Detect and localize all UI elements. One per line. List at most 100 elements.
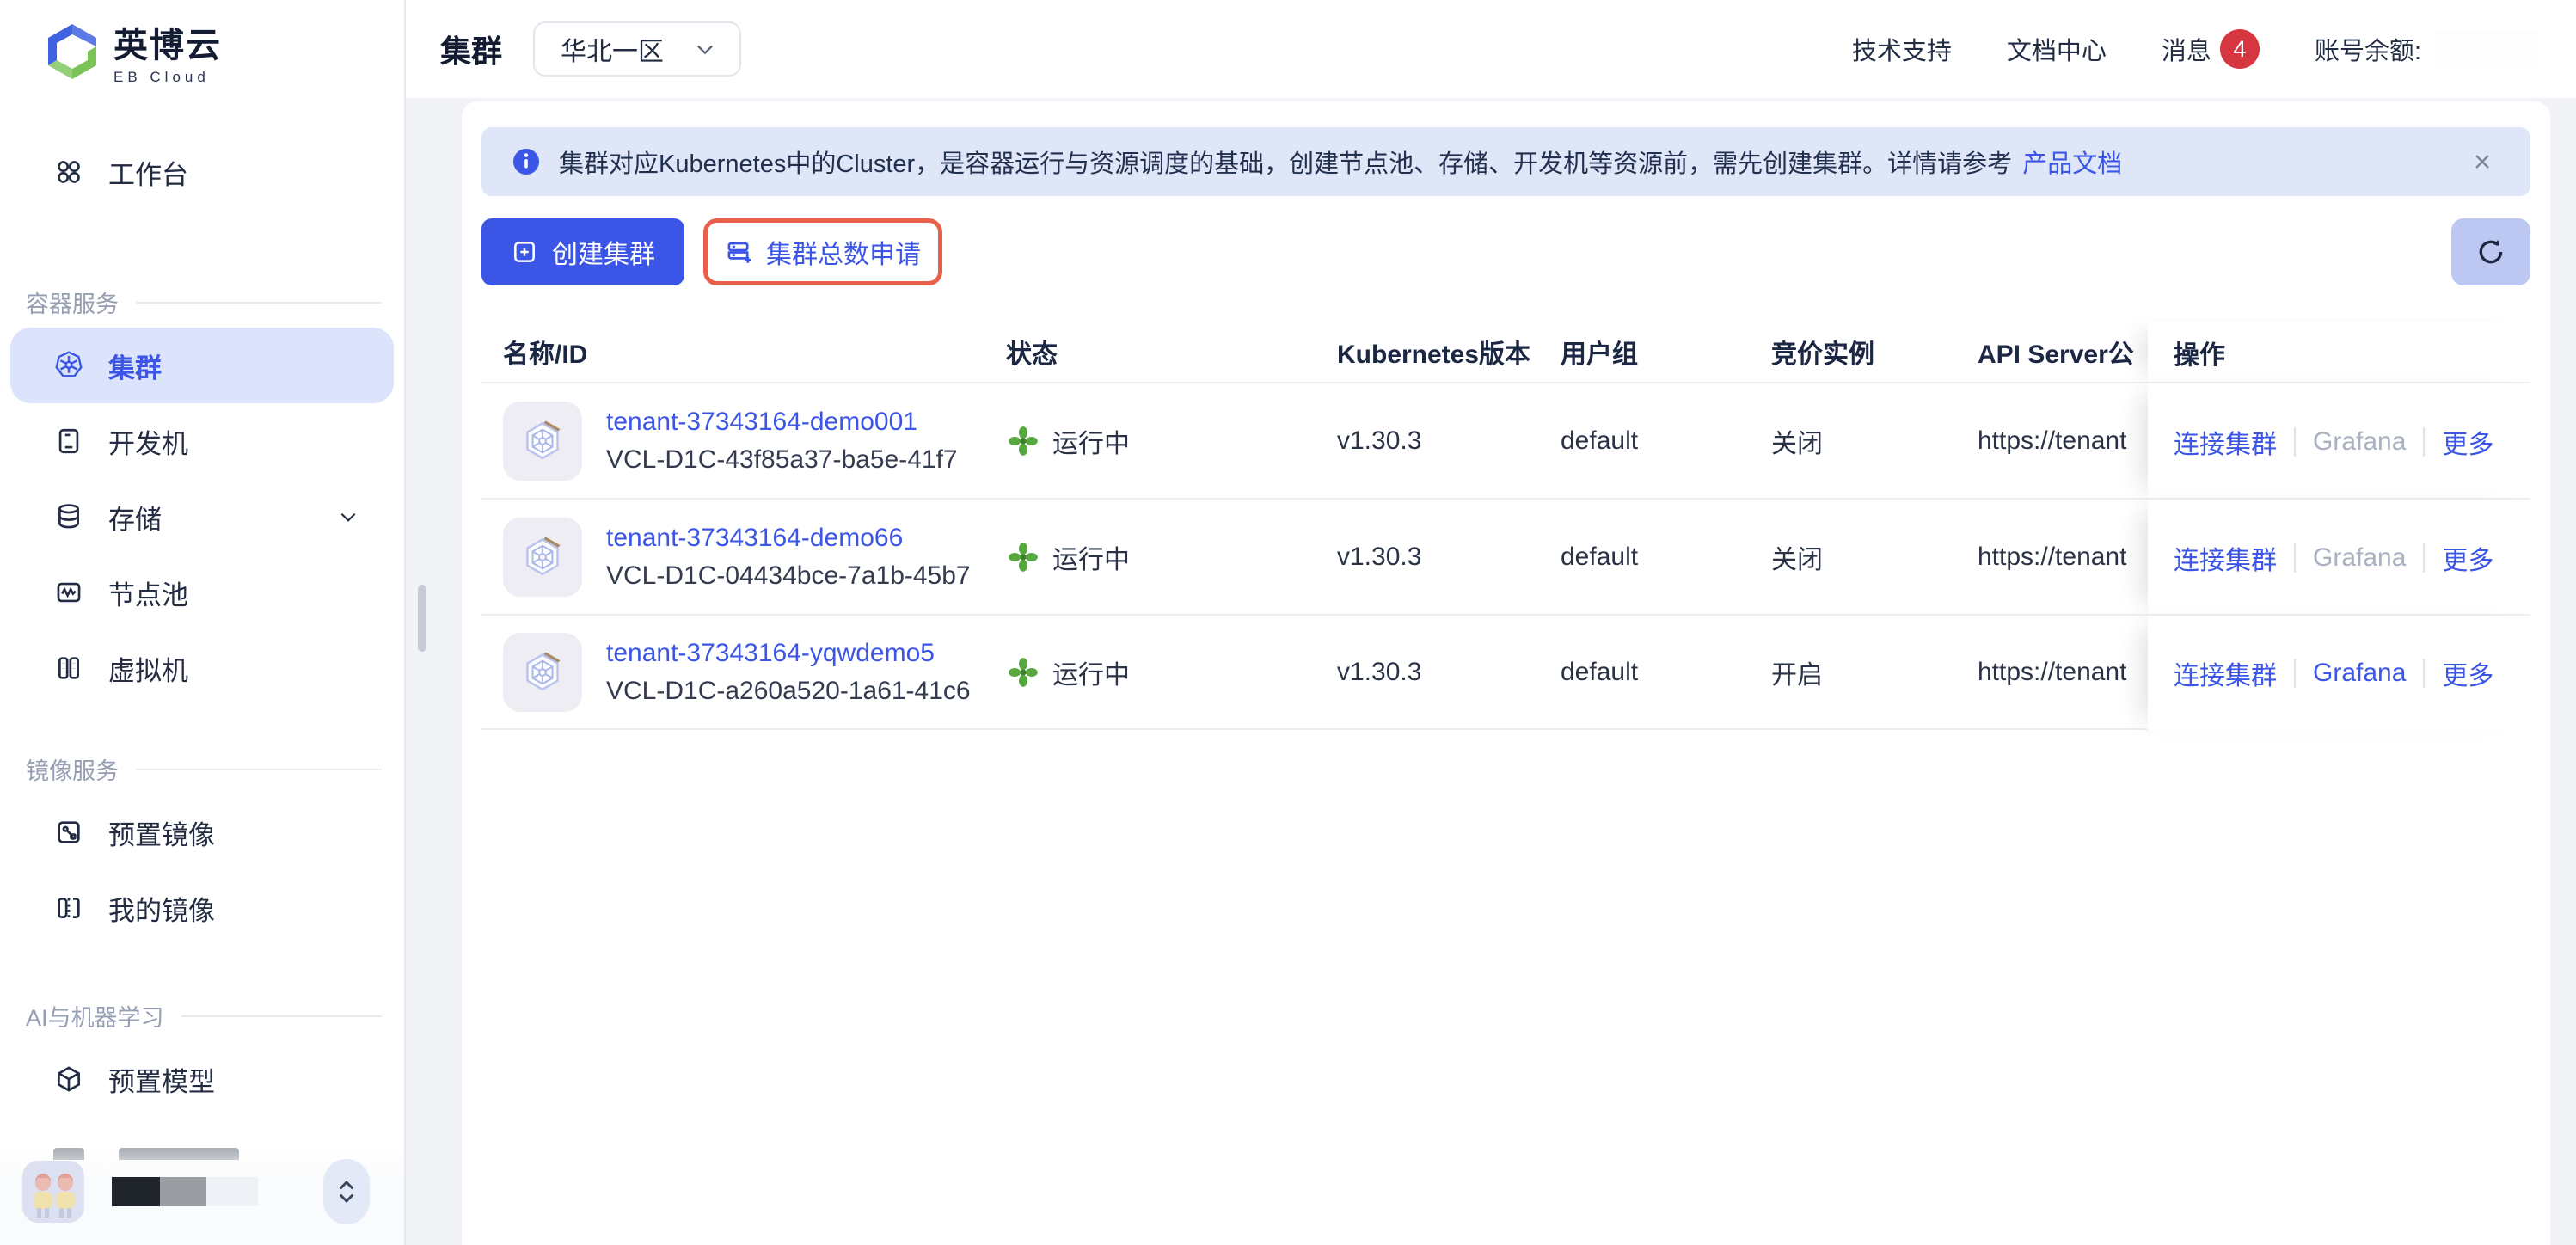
region-select-value: 华北一区 — [561, 30, 664, 68]
product-docs-link[interactable]: 产品文档 — [2022, 144, 2122, 180]
message-count-badge: 4 — [2220, 29, 2260, 69]
row-operations: 连接集群 Grafana 更多 — [2148, 616, 2530, 730]
cluster-hexagon-icon — [503, 633, 582, 712]
table-body: tenant-37343164-demo001 VCL-D1C-43f85a37… — [481, 382, 2530, 730]
sidebar-item-preset-images[interactable]: 预置镜像 — [10, 794, 394, 870]
grafana-link[interactable]: Grafana — [2313, 543, 2406, 573]
server-plus-icon — [725, 237, 754, 267]
status-text: 运行中 — [1052, 422, 1130, 460]
more-link[interactable]: 更多 — [2442, 423, 2493, 461]
cluster-quota-request-button[interactable]: 集群总数申请 — [725, 228, 921, 276]
brand-logo: 英博云 EB Cloud — [0, 0, 404, 86]
support-link[interactable]: 技术支持 — [1852, 31, 1952, 67]
servers-icon — [53, 653, 84, 684]
running-fan-icon — [1006, 540, 1040, 574]
sidebar-item-label: 预置镜像 — [108, 813, 215, 852]
sidebar-section-container: 容器服务 — [26, 285, 382, 319]
top-header: 集群 华北一区 技术支持 文档中心 消息 4 账号余额: — [406, 0, 2576, 98]
action-separator — [2294, 543, 2296, 573]
table-header-row: 名称/ID 状态 Kubernetes版本 用户组 竞价实例 API Serve… — [481, 322, 2530, 382]
docs-link[interactable]: 文档中心 — [2007, 31, 2107, 67]
section-divider — [136, 769, 382, 770]
sidebar: 英博云 EB Cloud 工作台 容器服务 — [0, 0, 406, 1245]
spot-instance-state: 开启 — [1771, 653, 1978, 691]
sidebar-item-label: 存储 — [108, 498, 162, 537]
region-select[interactable]: 华北一区 — [533, 21, 741, 77]
cluster-name-link[interactable]: tenant-37343164-demo001 — [606, 408, 958, 437]
action-separator — [2294, 659, 2296, 688]
sidebar-item-label: 虚拟机 — [108, 649, 188, 688]
cluster-hexagon-icon — [503, 402, 582, 481]
sidebar-item-workbench[interactable]: 工作台 — [10, 134, 394, 210]
k8s-version: v1.30.3 — [1337, 543, 1561, 572]
account-balance: 账号余额: — [2315, 30, 2538, 68]
cluster-id: VCL-D1C-43f85a37-ba5e-41f7 — [606, 445, 958, 475]
sidebar-scrollbar-thumb[interactable] — [418, 585, 426, 652]
cluster-hexagon-icon — [503, 518, 582, 597]
user-area — [0, 1150, 404, 1245]
banner-text: 集群对应Kubernetes中的Cluster，是容器运行与资源调度的基础，创建… — [559, 144, 2012, 180]
create-cluster-button[interactable]: 创建集群 — [481, 218, 684, 285]
row-operations: 连接集群 Grafana 更多 — [2148, 500, 2530, 616]
refresh-button[interactable] — [2451, 218, 2530, 285]
more-link[interactable]: 更多 — [2442, 654, 2493, 692]
col-name-id: 名称/ID — [503, 333, 1006, 371]
sidebar-item-vm[interactable]: 虚拟机 — [10, 630, 394, 706]
cloud-console-screen: 英博云 EB Cloud 工作台 容器服务 — [0, 0, 2576, 1245]
redacted-block — [112, 1177, 160, 1206]
table-row: tenant-37343164-demo001 VCL-D1C-43f85a37… — [481, 382, 2530, 498]
more-link[interactable]: 更多 — [2442, 539, 2493, 577]
connect-cluster-link[interactable]: 连接集群 — [2174, 539, 2277, 577]
action-separator — [2423, 543, 2425, 573]
red-annotation-highlight: 集群总数申请 — [703, 218, 942, 285]
sidebar-item-storage[interactable]: 存储 — [10, 479, 394, 555]
close-icon[interactable] — [2463, 143, 2501, 181]
running-fan-icon — [1006, 655, 1040, 690]
user-group: default — [1561, 658, 1771, 687]
toolbar: 创建集群 集群总数申 — [481, 217, 2530, 287]
connect-cluster-link[interactable]: 连接集群 — [2174, 654, 2277, 692]
k8s-version: v1.30.3 — [1337, 426, 1561, 456]
table-row: tenant-37343164-yqwdemo5 VCL-D1C-a260a52… — [481, 614, 2530, 730]
grafana-link[interactable]: Grafana — [2313, 659, 2406, 688]
sidebar-section-container: AI与机器学习 — [26, 999, 382, 1033]
avatar[interactable] — [22, 1161, 84, 1223]
cluster-id: VCL-D1C-a260a520-1a61-41c6 — [606, 677, 971, 706]
action-separator — [2423, 427, 2425, 457]
account-switcher-button[interactable] — [323, 1159, 370, 1224]
cluster-name-link[interactable]: tenant-37343164-yqwdemo5 — [606, 639, 971, 668]
sidebar-item-nodepool[interactable]: 节点池 — [10, 555, 394, 630]
redacted-balance-value — [2435, 30, 2538, 68]
info-banner: 集群对应Kubernetes中的Cluster，是容器运行与资源调度的基础，创建… — [481, 127, 2530, 196]
compare-icon — [53, 892, 84, 923]
sidebar-item-my-images[interactable]: 我的镜像 — [10, 870, 394, 946]
messages-label: 消息 — [2162, 31, 2211, 67]
col-status: 状态 — [1006, 333, 1337, 371]
cluster-name-link[interactable]: tenant-37343164-demo66 — [606, 524, 971, 553]
messages-link[interactable]: 消息 4 — [2162, 29, 2260, 69]
sidebar-item-label: 我的镜像 — [108, 889, 215, 928]
brand-subtitle: EB Cloud — [113, 69, 222, 86]
cluster-id: VCL-D1C-04434bce-7a1b-45b7 — [606, 561, 971, 591]
chevron-down-icon — [337, 506, 359, 528]
notebook-icon — [53, 426, 84, 457]
row-operations: 连接集群 Grafana 更多 — [2148, 383, 2530, 500]
connect-cluster-link[interactable]: 连接集群 — [2174, 423, 2277, 461]
redacted-block — [160, 1177, 206, 1206]
running-fan-icon — [1006, 424, 1040, 458]
clusters-table: 名称/ID 状态 Kubernetes版本 用户组 竞价实例 API Serve… — [481, 322, 2530, 730]
content-card: 集群对应Kubernetes中的Cluster，是容器运行与资源调度的基础，创建… — [462, 101, 2550, 1245]
col-user-group: 用户组 — [1561, 333, 1771, 371]
sidebar-section-title: AI与机器学习 — [26, 999, 164, 1033]
workbench-grid-icon — [53, 156, 84, 187]
grafana-link[interactable]: Grafana — [2313, 427, 2406, 457]
chevron-down-icon — [693, 37, 717, 61]
sidebar-section-title: 镜像服务 — [26, 752, 119, 786]
sidebar-item-devmachine[interactable]: 开发机 — [10, 403, 394, 479]
sidebar-item-cluster[interactable]: 集群 — [10, 328, 394, 403]
refresh-icon — [2474, 235, 2508, 269]
col-operations: 操作 — [2148, 322, 2530, 383]
balance-label: 账号余额: — [2315, 31, 2421, 67]
sidebar-item-label: 集群 — [108, 347, 162, 385]
sidebar-item-preset-models[interactable]: 预置模型 — [10, 1041, 394, 1117]
